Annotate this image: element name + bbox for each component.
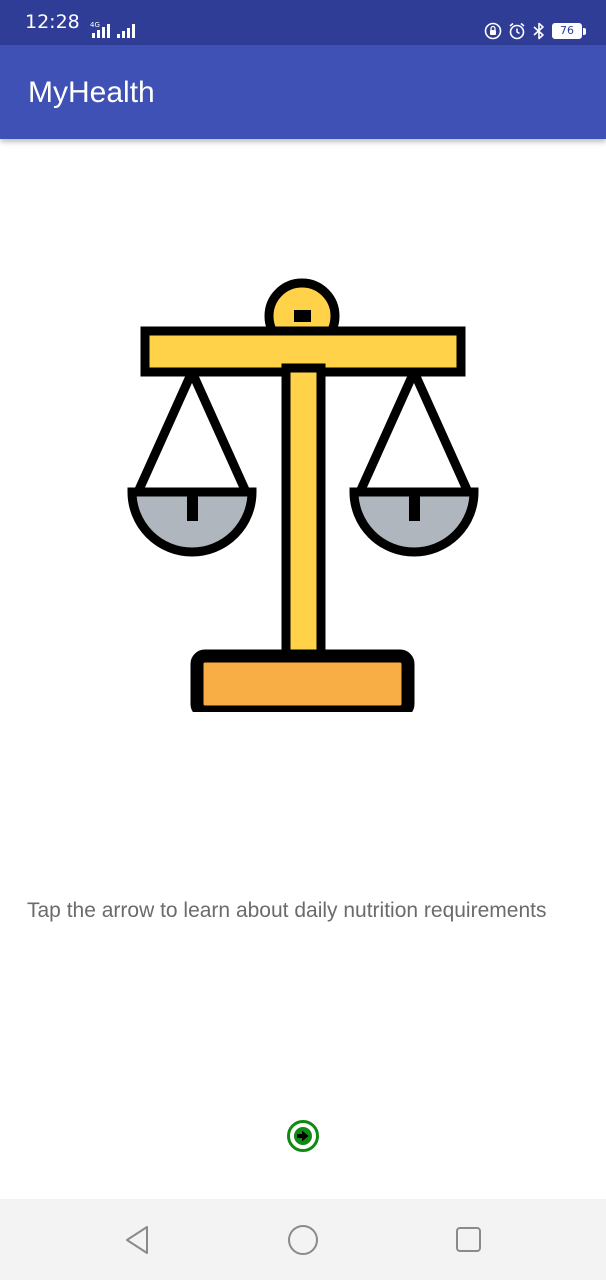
status-icons: 76 [484, 20, 586, 42]
network-type-label: 4G [90, 21, 100, 29]
battery-level: 76 [552, 23, 582, 39]
back-icon[interactable] [117, 1219, 159, 1261]
signal-icon: 4G [90, 21, 135, 38]
alarm-icon [509, 22, 525, 40]
app-bar: MyHealth [0, 45, 606, 139]
app-title: MyHealth [28, 76, 155, 109]
balance-scale-icon [127, 278, 479, 712]
arrow-right-circle-icon[interactable] [286, 1119, 320, 1153]
battery-icon: 76 [552, 23, 586, 39]
recents-icon[interactable] [447, 1219, 489, 1261]
lock-rotation-icon [484, 22, 502, 40]
bluetooth-icon [533, 22, 544, 40]
home-icon[interactable] [282, 1219, 324, 1261]
navigation-bar [0, 1199, 606, 1280]
instruction-text: Tap the arrow to learn about daily nutri… [27, 899, 547, 922]
status-time: 12:28 [25, 11, 80, 33]
battery-tip [583, 27, 586, 35]
status-bar: 12:28 4G 76 [0, 0, 606, 45]
